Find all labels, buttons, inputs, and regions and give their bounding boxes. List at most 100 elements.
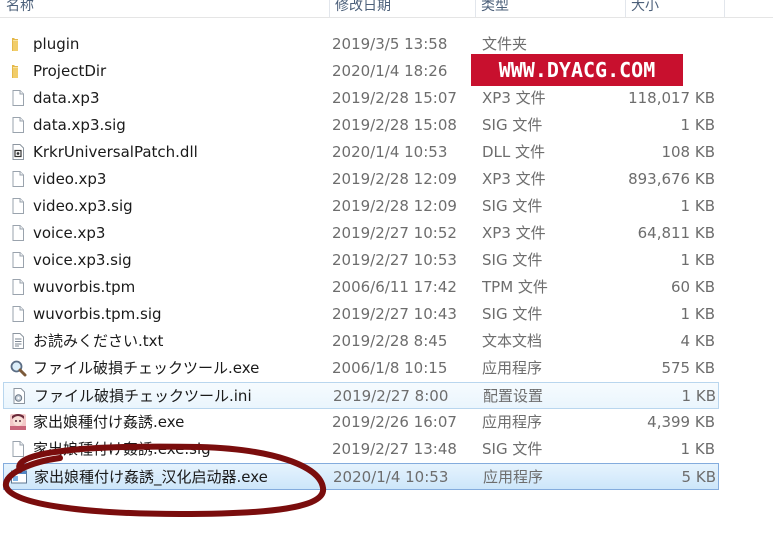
file-type: 文本文档: [482, 332, 543, 350]
file-date-modified: 2019/2/28 15:08: [332, 116, 457, 134]
file-name: voice.xp3: [33, 224, 106, 242]
file-row[interactable]: voice.xp3 2019/2/27 10:52 XP3 文件 64,811 KB: [3, 220, 719, 247]
file-size: 4,399 KB: [647, 413, 715, 431]
file-size: 1 KB: [681, 387, 716, 405]
file-date-modified: 2019/2/26 16:07: [332, 413, 457, 431]
file-icon: [9, 197, 27, 215]
file-date-modified: 2019/2/28 15:07: [332, 89, 457, 107]
file-row[interactable]: ファイル破損チェックツール.ini 2019/2/27 8:00 配置设置 1 KB: [3, 382, 719, 409]
file-row[interactable]: 家出娘種付け姦誘.exe 2019/2/26 16:07 应用程序 4,399 KB: [3, 409, 719, 436]
settings-file-icon: [10, 387, 28, 405]
file-row[interactable]: お読みください.txt 2019/2/28 8:45 文本文档 4 KB: [3, 328, 719, 355]
file-icon: [9, 170, 27, 188]
column-header-type[interactable]: 类型: [475, 0, 625, 17]
file-name: wuvorbis.tpm: [33, 278, 136, 296]
file-size: 118,017 KB: [628, 89, 715, 107]
file-size: 64,811 KB: [637, 224, 715, 242]
file-date-modified: 2006/6/11 17:42: [332, 278, 457, 296]
file-type: 应用程序: [482, 359, 543, 377]
file-type: XP3 文件: [482, 170, 546, 188]
file-type: SIG 文件: [482, 116, 543, 134]
file-date-modified: 2019/2/27 13:48: [332, 440, 457, 458]
file-type: 应用程序: [483, 468, 544, 486]
file-date-modified: 2019/3/5 13:58: [332, 35, 448, 53]
game-app-icon: [9, 413, 27, 431]
file-row[interactable]: 家出娘種付け姦誘.exe.sig 2019/2/27 13:48 SIG 文件 1 K…: [3, 436, 719, 463]
column-divider[interactable]: [724, 0, 725, 17]
file-date-modified: 2019/2/28 12:09: [332, 170, 457, 188]
file-row[interactable]: data.xp3.sig 2019/2/28 15:08 SIG 文件 1 KB: [3, 112, 719, 139]
file-row[interactable]: wuvorbis.tpm.sig 2019/2/27 10:43 SIG 文件 1 K…: [3, 301, 719, 328]
file-row[interactable]: 家出娘種付け姦誘_汉化启动器.exe 2020/1/4 10:53 应用程序 5 KB: [3, 463, 719, 490]
file-icon: [9, 251, 27, 269]
file-name: 家出娘種付け姦誘_汉化启动器.exe: [34, 468, 268, 486]
file-date-modified: 2020/1/4 10:53: [332, 143, 448, 161]
file-type: SIG 文件: [482, 197, 543, 215]
file-name: ProjectDir: [33, 62, 107, 80]
file-row[interactable]: video.xp3.sig 2019/2/28 12:09 SIG 文件 1 KB: [3, 193, 719, 220]
app-window-icon: [10, 468, 28, 486]
file-type: DLL 文件: [482, 143, 546, 161]
file-size: 108 KB: [661, 143, 715, 161]
file-icon: [9, 89, 27, 107]
file-row[interactable]: ファイル破損チェックツール.exe 2006/1/8 10:15 应用程序 575 K…: [3, 355, 719, 382]
file-name: data.xp3.sig: [33, 116, 126, 134]
file-icon: [9, 278, 27, 296]
file-name: 家出娘種付け姦誘.exe.sig: [33, 440, 211, 458]
file-date-modified: 2019/2/27 10:52: [332, 224, 457, 242]
file-date-modified: 2020/1/4 10:53: [333, 468, 449, 486]
file-name: お読みください.txt: [33, 332, 164, 350]
file-date-modified: 2019/2/28 8:45: [332, 332, 448, 350]
file-name: plugin: [33, 35, 80, 53]
file-size: 1 KB: [680, 440, 715, 458]
file-type: 配置设置: [483, 387, 544, 405]
file-date-modified: 2020/1/4 18:26: [332, 62, 448, 80]
file-date-modified: 2019/2/27 8:00: [333, 387, 449, 405]
dll-icon: [9, 143, 27, 161]
column-header-size[interactable]: 大小: [625, 0, 725, 17]
file-row[interactable]: data.xp3 2019/2/28 15:07 XP3 文件 118,017 KB: [3, 85, 719, 112]
file-date-modified: 2019/2/28 12:09: [332, 197, 457, 215]
file-type: TPM 文件: [482, 278, 548, 296]
file-size: 1 KB: [680, 305, 715, 323]
file-icon: [9, 116, 27, 134]
folder-icon: [9, 35, 27, 53]
file-date-modified: 2019/2/27 10:53: [332, 251, 457, 269]
file-size: 1 KB: [680, 197, 715, 215]
file-name: wuvorbis.tpm.sig: [33, 305, 162, 323]
file-size: 1 KB: [680, 116, 715, 134]
file-size: 575 KB: [661, 359, 715, 377]
file-size: 5 KB: [681, 468, 716, 486]
column-header-date[interactable]: 修改日期: [329, 0, 475, 17]
file-row[interactable]: video.xp3 2019/2/28 12:09 XP3 文件 893,676 KB: [3, 166, 719, 193]
file-type: SIG 文件: [482, 440, 543, 458]
file-name: 家出娘種付け姦誘.exe: [33, 413, 185, 431]
file-name: ファイル破損チェックツール.exe: [33, 359, 260, 377]
file-date-modified: 2006/1/8 10:15: [332, 359, 448, 377]
folder-icon: [9, 62, 27, 80]
file-date-modified: 2019/2/27 10:43: [332, 305, 457, 323]
file-size: 60 KB: [671, 278, 715, 296]
file-name: video.xp3: [33, 170, 107, 188]
file-type: XP3 文件: [482, 89, 546, 107]
file-row[interactable]: KrkrUniversalPatch.dll 2020/1/4 10:53 DLL …: [3, 139, 719, 166]
file-row[interactable]: wuvorbis.tpm 2006/6/11 17:42 TPM 文件 60 KB: [3, 274, 719, 301]
file-size: 1 KB: [680, 251, 715, 269]
file-type: SIG 文件: [482, 251, 543, 269]
file-row[interactable]: voice.xp3.sig 2019/2/27 10:53 SIG 文件 1 KB: [3, 247, 719, 274]
file-icon: [9, 305, 27, 323]
file-type: SIG 文件: [482, 305, 543, 323]
file-icon: [9, 440, 27, 458]
file-type: 应用程序: [482, 413, 543, 431]
file-size: 4 KB: [680, 332, 715, 350]
file-icon: [9, 224, 27, 242]
file-name: data.xp3: [33, 89, 100, 107]
column-header-name[interactable]: 名称: [0, 0, 330, 17]
file-name: video.xp3.sig: [33, 197, 133, 215]
file-name: ファイル破損チェックツール.ini: [34, 387, 252, 405]
magnifier-icon: [9, 359, 27, 377]
watermark-banner: WWW.DYACG.COM: [471, 54, 683, 86]
file-type: XP3 文件: [482, 224, 546, 242]
file-name: voice.xp3.sig: [33, 251, 132, 269]
column-header: 名称 修改日期 类型 大小: [0, 0, 773, 18]
